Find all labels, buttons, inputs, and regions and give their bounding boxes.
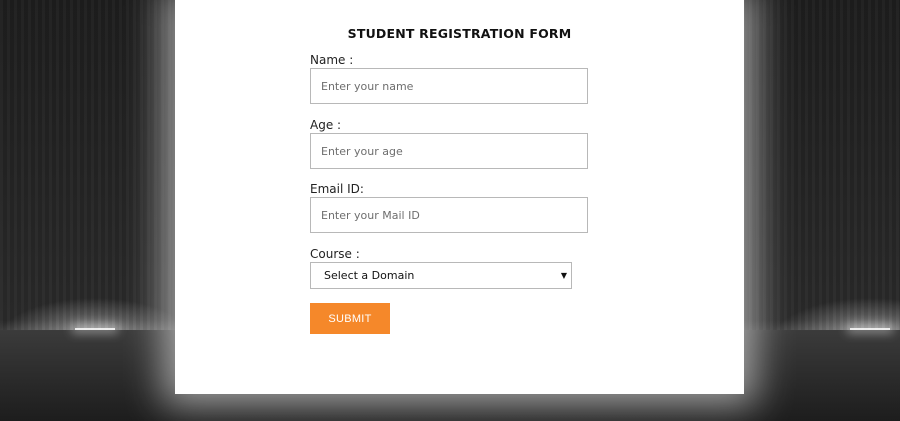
registration-card: STUDENT REGISTRATION FORM Name : Age : E… <box>175 0 744 394</box>
stage-light-right <box>850 328 890 330</box>
form-title: STUDENT REGISTRATION FORM <box>347 26 572 41</box>
submit-button[interactable]: SUBMIT <box>310 303 390 334</box>
name-input[interactable] <box>310 68 588 104</box>
email-label: Email ID: <box>310 182 364 196</box>
course-label: Course : <box>310 247 360 261</box>
stage-light-left <box>75 328 115 330</box>
email-input[interactable] <box>310 197 588 233</box>
course-select-value: Select a Domain <box>324 269 415 282</box>
name-label: Name : <box>310 53 354 67</box>
chevron-down-icon: ▼ <box>560 271 567 280</box>
course-select[interactable]: Select a Domain ▼ <box>310 262 572 289</box>
age-label: Age : <box>310 118 342 132</box>
age-input[interactable] <box>310 133 588 169</box>
